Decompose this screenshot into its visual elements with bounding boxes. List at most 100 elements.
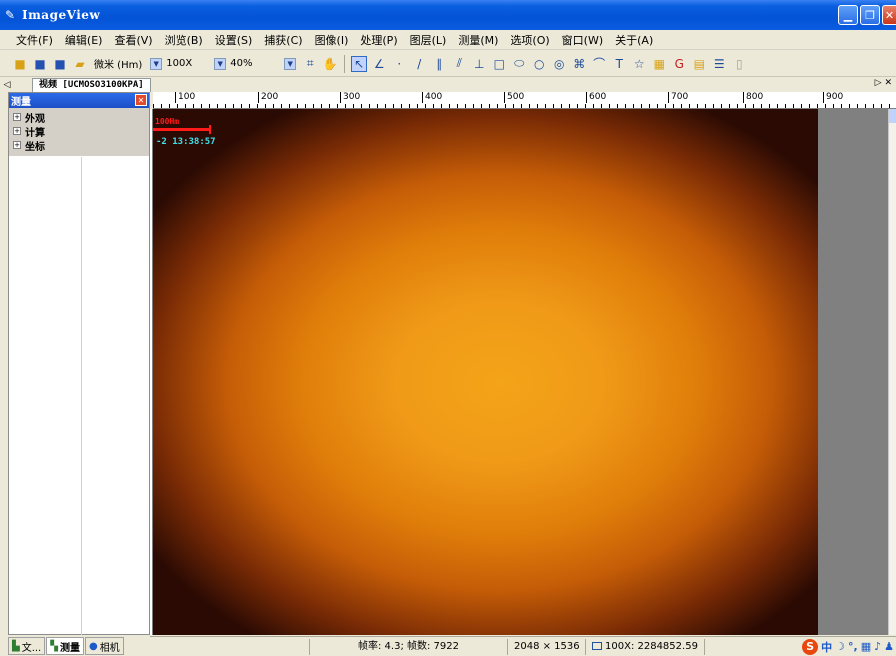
hand-icon[interactable]: ✋ [322, 56, 338, 72]
column-divider [81, 157, 82, 635]
vertical-scrollbar[interactable] [888, 109, 896, 635]
live-image-view[interactable]: 100Hm -2 13:38:57 [153, 109, 818, 635]
shirt-icon[interactable]: ♟ [884, 640, 894, 653]
crop-icon[interactable]: ⌗ [302, 56, 318, 72]
tab-label: 相机 [99, 642, 120, 654]
menu-capture[interactable]: 捕获(C) [258, 32, 308, 48]
keyboard-icon[interactable]: ▦ [861, 640, 871, 653]
export-icon[interactable]: G [671, 56, 687, 72]
text-icon[interactable]: T [611, 56, 627, 72]
chevron-down-icon[interactable]: ▼ [284, 57, 297, 70]
menu-file[interactable]: 文件(F) [10, 32, 59, 48]
line-icon[interactable]: / [411, 56, 427, 72]
chevron-down-icon[interactable]: ▼ [214, 57, 227, 70]
scale-bar-label: 100Hm [155, 117, 180, 126]
measure-tree: + 外观 + 计算 + 坐标 [9, 108, 149, 156]
perpendicular-icon[interactable]: ⊥ [471, 56, 487, 72]
scroll-up-button[interactable] [889, 109, 896, 123]
zoom-value: 100X [166, 58, 193, 69]
menu-settings[interactable]: 设置(S) [209, 32, 259, 48]
arc-icon[interactable]: ⌒ [591, 56, 607, 72]
restore-button[interactable]: ❐ [860, 5, 880, 25]
chevron-down-icon[interactable]: ▼ [150, 57, 163, 70]
scale-select[interactable]: ▼ 40% [214, 57, 270, 70]
minimize-button[interactable]: ▁ [838, 5, 858, 25]
star-icon[interactable]: ☆ [631, 56, 647, 72]
ruler-ticks [153, 104, 896, 108]
status-message [150, 638, 310, 655]
camera-icon: ● [88, 640, 98, 652]
menu-options[interactable]: 选项(O) [504, 32, 555, 48]
ime-toolbar: S 中 ☽ °, ▦ ♪ ♟ [802, 637, 896, 656]
status-zoom: 100X: 2284852.59 [586, 638, 705, 655]
menu-view[interactable]: 查看(V) [108, 32, 158, 48]
app-icon: ✎ [5, 8, 16, 22]
panel-bottom-tabs: ▙ 文... ▚ 测量 ● 相机 [8, 636, 125, 656]
file-tree-icon: ▙ [12, 640, 20, 652]
tree-item-label: 计算 [25, 127, 45, 139]
open-icon[interactable]: ▰ [72, 56, 88, 72]
window-controls: ▁ ❐ ✕ [838, 5, 896, 25]
extra-select[interactable]: ▼ [284, 57, 297, 70]
save-icon[interactable]: ■ [32, 56, 48, 72]
annulus-icon[interactable]: ◎ [551, 56, 567, 72]
tab-menu-icon[interactable]: ▷ ✕ [875, 78, 892, 88]
tab-scroll-left-icon[interactable]: ◁ [0, 80, 14, 90]
save-as-icon[interactable]: ■ [52, 56, 68, 72]
tree-item-coordinates[interactable]: + 坐标 [9, 138, 149, 153]
zoom-select[interactable]: ▼ 100X [150, 57, 206, 70]
punctuation-icon[interactable]: °, [848, 640, 858, 653]
angle-icon[interactable]: ∠ [371, 56, 387, 72]
tab-file[interactable]: ▙ 文... [8, 637, 46, 655]
ime-mode[interactable]: 中 [821, 639, 832, 655]
calibrate-icon[interactable]: ▦ [651, 56, 667, 72]
menu-process[interactable]: 处理(P) [354, 32, 403, 48]
tab-video[interactable]: 视频 [UCMOSO3100KPA] [32, 78, 151, 92]
menu-browse[interactable]: 浏览(B) [159, 32, 209, 48]
unit-label: 微米 (Hm) [94, 60, 143, 71]
menu-image[interactable]: 图像(I) [309, 32, 355, 48]
open-folder-icon[interactable]: ■ [12, 56, 28, 72]
mic-icon[interactable]: ♪ [874, 640, 881, 653]
ruler-mark: 400 [422, 92, 442, 103]
multi-line-icon[interactable]: ⫽ [451, 56, 467, 72]
menu-layer[interactable]: 图层(L) [404, 32, 453, 48]
tree-item-calculate[interactable]: + 计算 [9, 124, 149, 139]
expand-icon[interactable]: + [13, 141, 21, 149]
menu-edit[interactable]: 编辑(E) [59, 32, 109, 48]
circle-icon[interactable]: ○ [531, 56, 547, 72]
pointer-icon[interactable]: ↖ [351, 55, 368, 72]
status-bar: 帧率: 4.3; 帧数: 7922 2048 × 1536 100X: 2284… [150, 636, 896, 656]
layer-icon[interactable]: ▤ [691, 56, 707, 72]
tab-camera[interactable]: ● 相机 [84, 637, 124, 655]
status-resolution: 2048 × 1536 [508, 638, 586, 655]
menu-about[interactable]: 关于(A) [609, 32, 659, 48]
title-bar: ✎ ImageView ▁ ❐ ✕ [0, 0, 896, 30]
menu-window[interactable]: 窗口(W) [556, 32, 609, 48]
sogou-icon[interactable]: S [802, 638, 819, 655]
parallel-icon[interactable]: ∥ [431, 56, 447, 72]
polygon-icon[interactable]: ⌘ [571, 56, 587, 72]
ruler-mark: 600 [586, 92, 606, 103]
ellipse-icon[interactable]: ⬭ [511, 56, 527, 72]
ruler-mark: 500 [504, 92, 524, 103]
status-zoom-text: 100X: 2284852.59 [605, 640, 698, 652]
tree-item-appearance[interactable]: + 外观 [9, 110, 149, 125]
toolbar: ■ ■ ■ ▰ 微米 (Hm) ▼ 100X ▼ 40% ▼ ⌗ ✋ ↖ ∠ ·… [0, 51, 896, 77]
close-button[interactable]: ✕ [882, 5, 896, 25]
horizontal-ruler: 100 200 300 400 500 600 700 800 900 [153, 92, 896, 109]
rectangle-icon[interactable]: □ [491, 56, 507, 72]
expand-icon[interactable]: + [13, 113, 21, 121]
doc-icon[interactable]: ▯ [731, 56, 747, 72]
ruler-mark: 800 [743, 92, 763, 103]
expand-icon[interactable]: + [13, 127, 21, 135]
list-icon[interactable]: ☰ [711, 56, 727, 72]
moon-icon[interactable]: ☽ [835, 640, 845, 653]
menu-measure[interactable]: 测量(M) [452, 32, 504, 48]
tab-measure[interactable]: ▚ 测量 [46, 637, 84, 655]
timestamp-overlay: -2 13:38:57 [156, 137, 216, 147]
canvas-background [818, 109, 888, 635]
ruler-mark: 100 [175, 92, 195, 103]
point-icon[interactable]: · [391, 56, 407, 72]
close-icon[interactable]: ✕ [135, 94, 147, 106]
